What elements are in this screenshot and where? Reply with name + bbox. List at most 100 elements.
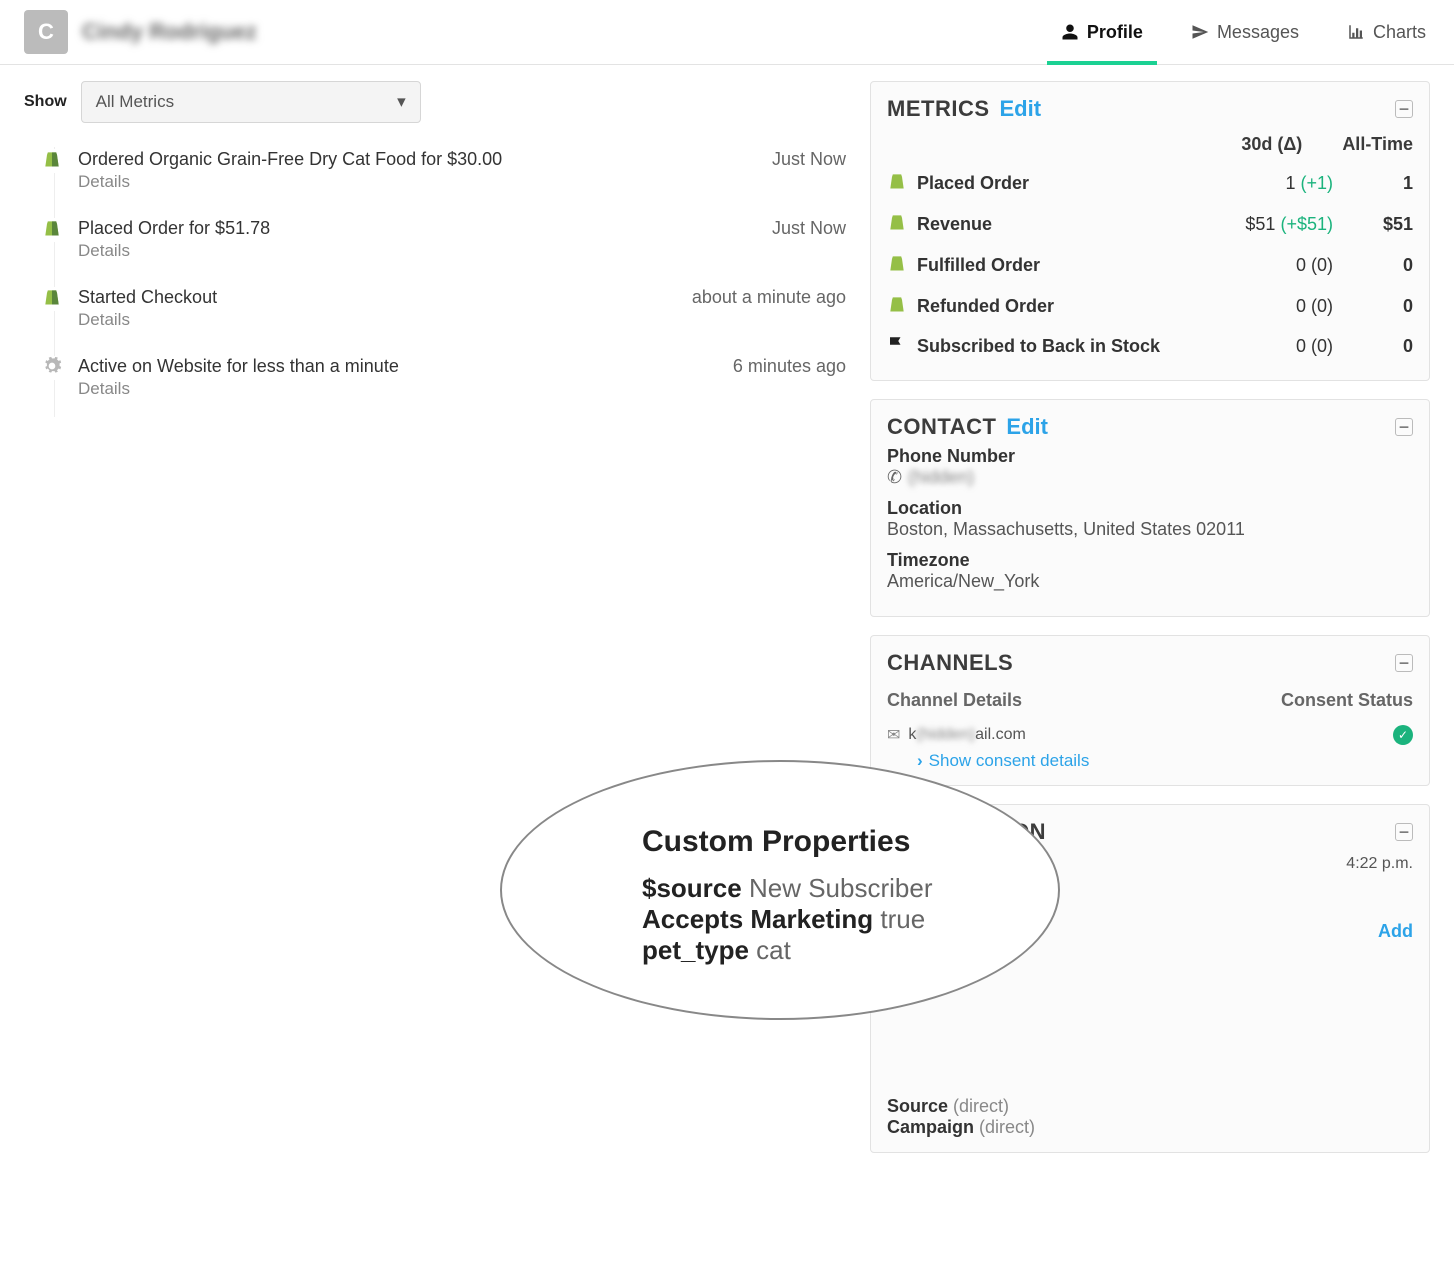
metrics-title: METRICS bbox=[887, 96, 990, 122]
metric-alltime: 0 bbox=[1333, 255, 1413, 276]
shopify-icon bbox=[887, 253, 907, 278]
avatar: C bbox=[24, 10, 68, 54]
metric-row: Revenue$51 (+$51)$51 bbox=[887, 204, 1413, 245]
shopify-icon bbox=[887, 171, 907, 196]
shopify-icon bbox=[887, 212, 907, 237]
metric-alltime: $51 bbox=[1333, 214, 1413, 235]
chevron-right-icon: › bbox=[917, 751, 923, 770]
collapse-icon[interactable]: − bbox=[1395, 100, 1413, 118]
event-time: about a minute ago bbox=[692, 287, 846, 308]
shopify-icon bbox=[42, 218, 66, 242]
header: C Cindy Rodriguez Profile Messages Chart… bbox=[0, 0, 1454, 65]
campaign-row: Campaign (direct) bbox=[887, 1117, 1413, 1138]
event-title: Started Checkout bbox=[78, 287, 680, 308]
nav-profile[interactable]: Profile bbox=[1057, 12, 1147, 53]
show-consent-link[interactable]: ›Show consent details bbox=[917, 751, 1413, 771]
location-label: Location bbox=[887, 498, 1413, 519]
channels-panel: CHANNELS − Channel Details Consent Statu… bbox=[870, 635, 1430, 786]
collapse-icon[interactable]: − bbox=[1395, 654, 1413, 672]
channels-title: CHANNELS bbox=[887, 650, 1013, 676]
location-value: Boston, Massachusetts, United States 020… bbox=[887, 519, 1413, 540]
activity-event: Ordered Organic Grain-Free Dry Cat Food … bbox=[42, 141, 846, 210]
user-icon bbox=[1061, 23, 1079, 41]
add-button[interactable]: Add bbox=[1378, 921, 1413, 942]
metrics-panel: METRICS Edit − 30d (Δ) All-Time Placed O… bbox=[870, 81, 1430, 381]
metric-row: Subscribed to Back in Stock0 (0)0 bbox=[887, 327, 1413, 366]
phone-value: (hidden) bbox=[908, 467, 974, 487]
metric-row: Fulfilled Order0 (0)0 bbox=[887, 245, 1413, 286]
channel-email-value: k(hidden)ail.com bbox=[908, 726, 1025, 744]
metric-row: Placed Order1 (+1)1 bbox=[887, 163, 1413, 204]
metric-30d: 0 (0) bbox=[1213, 336, 1333, 357]
bar-chart-icon bbox=[1347, 23, 1365, 41]
callout-row: $source New Subscriber bbox=[642, 873, 1008, 904]
metric-30d: 0 (0) bbox=[1213, 255, 1333, 276]
callout-row: Accepts Marketing true bbox=[642, 904, 1008, 935]
metric-30d: 0 (0) bbox=[1213, 296, 1333, 317]
metric-label: Placed Order bbox=[917, 173, 1213, 194]
collapse-icon[interactable]: − bbox=[1395, 823, 1413, 841]
show-label: Show bbox=[24, 93, 67, 111]
timezone-label: Timezone bbox=[887, 550, 1413, 571]
contact-edit-link[interactable]: Edit bbox=[1006, 414, 1048, 440]
chevron-down-icon: ▾ bbox=[397, 92, 406, 112]
metric-label: Refunded Order bbox=[917, 296, 1213, 317]
info-time: 4:22 p.m. bbox=[1346, 855, 1413, 873]
metric-30d: $51 (+$51) bbox=[1213, 214, 1333, 235]
shopify-icon bbox=[887, 294, 907, 319]
metric-30d: 1 (+1) bbox=[1213, 173, 1333, 194]
metrics-select[interactable]: All Metrics ▾ bbox=[81, 81, 421, 123]
show-filter-row: Show All Metrics ▾ bbox=[24, 81, 846, 123]
callout-row: pet_type cat bbox=[642, 935, 1008, 966]
event-details-link[interactable]: Details bbox=[78, 241, 760, 261]
nav-messages[interactable]: Messages bbox=[1187, 12, 1303, 53]
channel-details-label: Channel Details bbox=[887, 690, 1281, 711]
metric-label: Revenue bbox=[917, 214, 1213, 235]
event-details-link[interactable]: Details bbox=[78, 310, 680, 330]
top-nav: Profile Messages Charts bbox=[1057, 12, 1430, 53]
profile-name: Cindy Rodriguez bbox=[82, 19, 257, 45]
metrics-edit-link[interactable]: Edit bbox=[1000, 96, 1042, 122]
source-row: Source (direct) bbox=[887, 1096, 1413, 1117]
metric-label: Subscribed to Back in Stock bbox=[917, 336, 1213, 357]
custom-properties-callout: Custom Properties $source New Subscriber… bbox=[500, 760, 1060, 1020]
phone-label: Phone Number bbox=[887, 446, 1413, 467]
consent-status-label: Consent Status bbox=[1281, 690, 1413, 711]
timezone-value: America/New_York bbox=[887, 571, 1413, 592]
event-details-link[interactable]: Details bbox=[78, 172, 760, 192]
metric-alltime: 1 bbox=[1333, 173, 1413, 194]
activity-event: Active on Website for less than a minute… bbox=[42, 348, 846, 417]
nav-profile-label: Profile bbox=[1087, 22, 1143, 43]
nav-charts[interactable]: Charts bbox=[1343, 12, 1430, 53]
event-time: Just Now bbox=[772, 218, 846, 239]
callout-title: Custom Properties bbox=[642, 825, 1008, 859]
metric-label: Fulfilled Order bbox=[917, 255, 1213, 276]
metric-alltime: 0 bbox=[1333, 336, 1413, 357]
activity-timeline: Ordered Organic Grain-Free Dry Cat Food … bbox=[24, 141, 846, 417]
metrics-head-30d: 30d (Δ) bbox=[1241, 134, 1302, 155]
event-title: Ordered Organic Grain-Free Dry Cat Food … bbox=[78, 149, 760, 170]
gear-icon bbox=[42, 356, 66, 380]
contact-panel: CONTACT Edit − Phone Number ✆(hidden) Lo… bbox=[870, 399, 1430, 617]
event-time: 6 minutes ago bbox=[733, 356, 846, 377]
check-icon: ✓ bbox=[1393, 725, 1413, 745]
activity-event: Placed Order for $51.78Details Just Now bbox=[42, 210, 846, 279]
metrics-select-value: All Metrics bbox=[96, 92, 174, 112]
envelope-icon: ✉ bbox=[887, 725, 900, 745]
shopify-icon bbox=[42, 287, 66, 311]
event-title: Active on Website for less than a minute bbox=[78, 356, 721, 377]
flag-icon bbox=[887, 335, 907, 358]
paper-plane-icon bbox=[1191, 23, 1209, 41]
shopify-icon bbox=[42, 149, 66, 173]
contact-title: CONTACT bbox=[887, 414, 996, 440]
metric-row: Refunded Order0 (0)0 bbox=[887, 286, 1413, 327]
nav-charts-label: Charts bbox=[1373, 22, 1426, 43]
collapse-icon[interactable]: − bbox=[1395, 418, 1413, 436]
event-time: Just Now bbox=[772, 149, 846, 170]
channel-email-row: ✉ k(hidden)ail.com ✓ bbox=[887, 719, 1413, 751]
metrics-head-all: All-Time bbox=[1342, 134, 1413, 155]
event-details-link[interactable]: Details bbox=[78, 379, 721, 399]
metric-alltime: 0 bbox=[1333, 296, 1413, 317]
nav-messages-label: Messages bbox=[1217, 22, 1299, 43]
event-title: Placed Order for $51.78 bbox=[78, 218, 760, 239]
